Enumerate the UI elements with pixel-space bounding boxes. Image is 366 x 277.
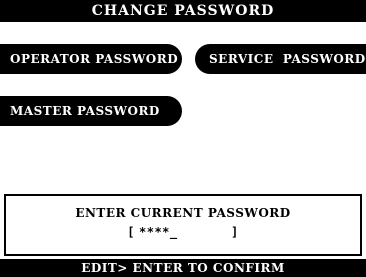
close-bracket: ] — [231, 225, 239, 239]
operator-password-label: OPERATOR PASSWORD — [10, 52, 179, 66]
password-entry-panel: ENTER CURRENT PASSWORD [ ****_ ] — [4, 194, 362, 256]
status-bar: EDIT> ENTER TO CONFIRM — [0, 259, 366, 277]
open-bracket: [ — [127, 225, 135, 239]
screen-title: CHANGE PASSWORD — [91, 3, 275, 19]
masked-password: ****_ — [139, 225, 178, 239]
master-password-button[interactable]: MASTER PASSWORD — [0, 96, 182, 126]
prompt-message: ENTER CURRENT PASSWORD — [75, 206, 291, 220]
service-password-label: SERVICE PASSWORD — [209, 52, 366, 66]
screen-title-bar: CHANGE PASSWORD — [0, 0, 366, 22]
status-hint: EDIT> ENTER TO CONFIRM — [81, 261, 285, 275]
operator-password-button[interactable]: OPERATOR PASSWORD — [0, 44, 182, 74]
password-input[interactable]: [ ****_ ] — [127, 225, 238, 239]
service-password-button[interactable]: SERVICE PASSWORD — [195, 44, 366, 74]
atm-screen: CHANGE PASSWORD OPERATOR PASSWORD SERVIC… — [0, 0, 366, 277]
master-password-label: MASTER PASSWORD — [10, 104, 160, 118]
